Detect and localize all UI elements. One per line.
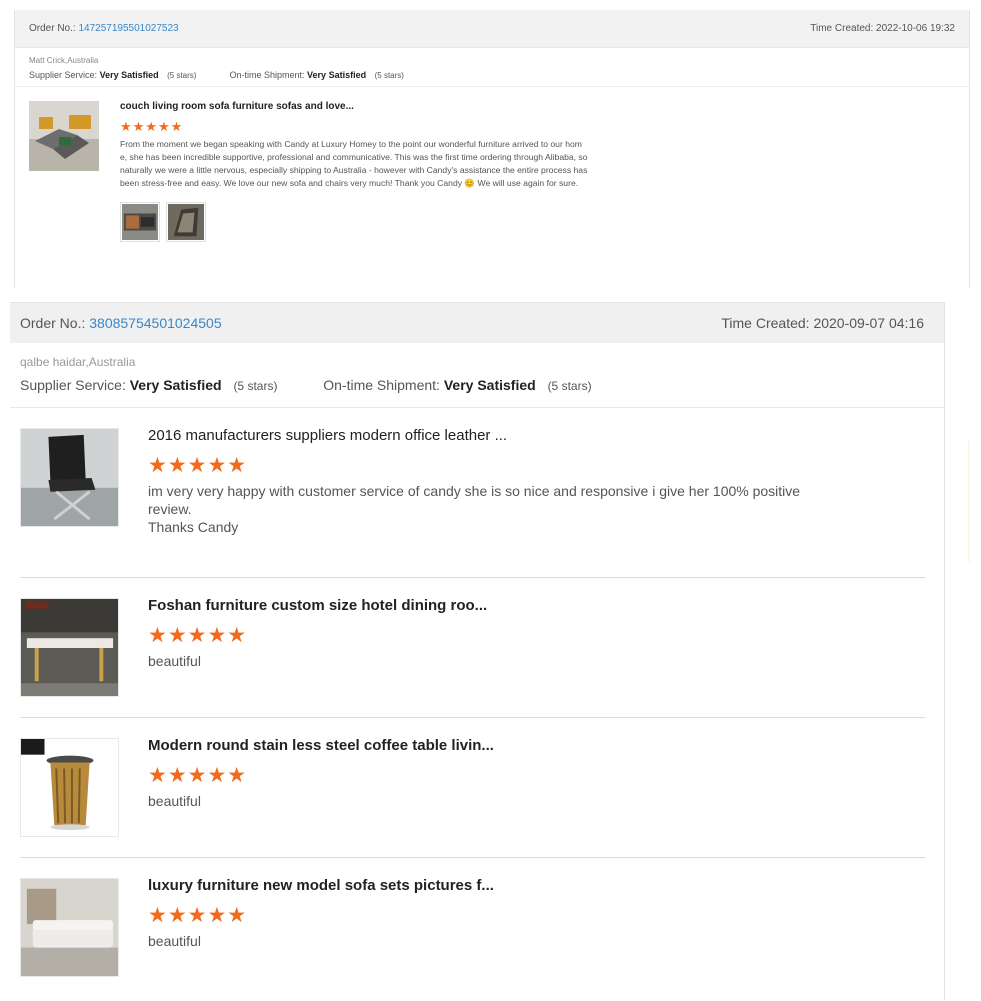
top-time-created: Time Created: 2022-10-06 19:32 xyxy=(810,23,955,34)
main-supplier-label: Supplier Service: xyxy=(20,377,126,393)
review-item-4: luxury furniture new model sofa sets pic… xyxy=(20,858,934,998)
sofa-product-thumbnail[interactable] xyxy=(29,101,99,171)
review-photo-2[interactable] xyxy=(166,202,206,242)
main-review-header: Order No.: 38085754501024505 Time Create… xyxy=(10,303,944,343)
main-supplier-stars: (5 stars) xyxy=(233,379,278,393)
review-item-3-title[interactable]: Modern round stain less steel coffee tab… xyxy=(148,738,808,754)
review-item-2-comment: beautiful xyxy=(148,653,201,669)
review-item-2-content: Foshan furniture custom size hotel dinin… xyxy=(148,598,808,670)
top-supplier-label: Supplier Service: xyxy=(29,70,98,80)
review-item-2-star-rating: ★★★★★ xyxy=(148,624,248,647)
review-item-3-star-rating: ★★★★★ xyxy=(148,764,248,787)
top-shipment-label: On-time Shipment: xyxy=(229,70,305,80)
main-service-ratings: Supplier Service: Very Satisfied (5 star… xyxy=(20,377,934,393)
review-item-1-comment-line2: Thanks Candy xyxy=(148,519,239,535)
top-review-meta: Matt Crick,Australia Supplier Service: V… xyxy=(15,48,969,87)
review-item-2-title[interactable]: Foshan furniture custom size hotel dinin… xyxy=(148,598,808,614)
top-order-label: Order No.: xyxy=(29,23,76,34)
top-buyer-name: Matt Crick,Australia xyxy=(29,56,99,65)
top-service-ratings: Supplier Service: Very Satisfied (5 star… xyxy=(29,70,955,80)
top-time-label: Time Created: xyxy=(810,23,874,34)
top-order-number: Order No.: 147257195501027523 xyxy=(29,23,179,34)
top-order-link[interactable]: 147257195501027523 xyxy=(78,23,178,34)
review-photo-1[interactable] xyxy=(120,202,160,242)
top-review-item: couch living room sofa furniture sofas a… xyxy=(15,87,969,281)
top-shipment-stars: (5 stars) xyxy=(374,71,404,80)
review-item-4-title[interactable]: luxury furniture new model sofa sets pic… xyxy=(148,878,808,894)
page-scrollbar[interactable] xyxy=(944,302,945,1000)
top-time-value: 2022-10-06 19:32 xyxy=(876,23,955,34)
review-item-3: Modern round stain less steel coffee tab… xyxy=(20,718,934,858)
review-item-4-comment: beautiful xyxy=(148,933,201,949)
top-item-comment: From the moment we began speaking with C… xyxy=(120,139,588,188)
review-item-2: Foshan furniture custom size hotel dinin… xyxy=(20,578,934,718)
review-item-4-content: luxury furniture new model sofa sets pic… xyxy=(148,878,808,950)
top-item-content: couch living room sofa furniture sofas a… xyxy=(120,101,588,242)
review-item-1: 2016 manufacturers suppliers modern offi… xyxy=(20,408,934,578)
review-item-1-comment: im very very happy with customer service… xyxy=(148,483,801,517)
top-item-photos xyxy=(120,202,588,242)
main-order-number: Order No.: 38085754501024505 xyxy=(20,315,222,331)
main-review-meta: qalbe haidar,Australia Supplier Service:… xyxy=(10,343,944,408)
main-review-card: Order No.: 38085754501024505 Time Create… xyxy=(10,302,944,1001)
top-supplier-value: Very Satisfied xyxy=(99,70,159,80)
main-order-label: Order No.: xyxy=(20,315,86,331)
side-accent-strip xyxy=(968,440,970,562)
office-chair-thumbnail[interactable] xyxy=(20,428,119,527)
main-shipment-stars: (5 stars) xyxy=(547,379,592,393)
top-item-title[interactable]: couch living room sofa furniture sofas a… xyxy=(120,101,588,112)
coffee-table-thumbnail[interactable] xyxy=(20,738,119,837)
review-item-1-content: 2016 manufacturers suppliers modern offi… xyxy=(148,428,808,536)
review-item-1-title[interactable]: 2016 manufacturers suppliers modern offi… xyxy=(148,428,808,444)
review-item-1-star-rating: ★★★★★ xyxy=(148,454,248,477)
top-supplier-stars: (5 stars) xyxy=(167,71,197,80)
top-review-header: Order No.: 147257195501027523 Time Creat… xyxy=(15,10,969,48)
main-order-link[interactable]: 38085754501024505 xyxy=(89,315,221,331)
main-shipment-label: On-time Shipment: xyxy=(323,377,440,393)
dining-table-thumbnail[interactable] xyxy=(20,598,119,697)
main-supplier-value: Very Satisfied xyxy=(129,377,222,393)
top-review-card: Order No.: 147257195501027523 Time Creat… xyxy=(14,10,970,288)
sofa-set-thumbnail[interactable] xyxy=(20,878,119,977)
review-item-3-comment: beautiful xyxy=(148,793,201,809)
main-time-created: Time Created: 2020-09-07 04:16 xyxy=(721,315,924,331)
review-item-3-content: Modern round stain less steel coffee tab… xyxy=(148,738,808,810)
main-shipment-value: Very Satisfied xyxy=(443,377,536,393)
main-time-label: Time Created: xyxy=(721,315,810,331)
top-shipment-value: Very Satisfied xyxy=(307,70,367,80)
top-item-star-rating: ★★★★★ xyxy=(120,119,184,134)
main-buyer-name: qalbe haidar,Australia xyxy=(20,355,136,369)
main-time-value: 2020-09-07 04:16 xyxy=(813,315,924,331)
review-item-4-star-rating: ★★★★★ xyxy=(148,904,248,927)
